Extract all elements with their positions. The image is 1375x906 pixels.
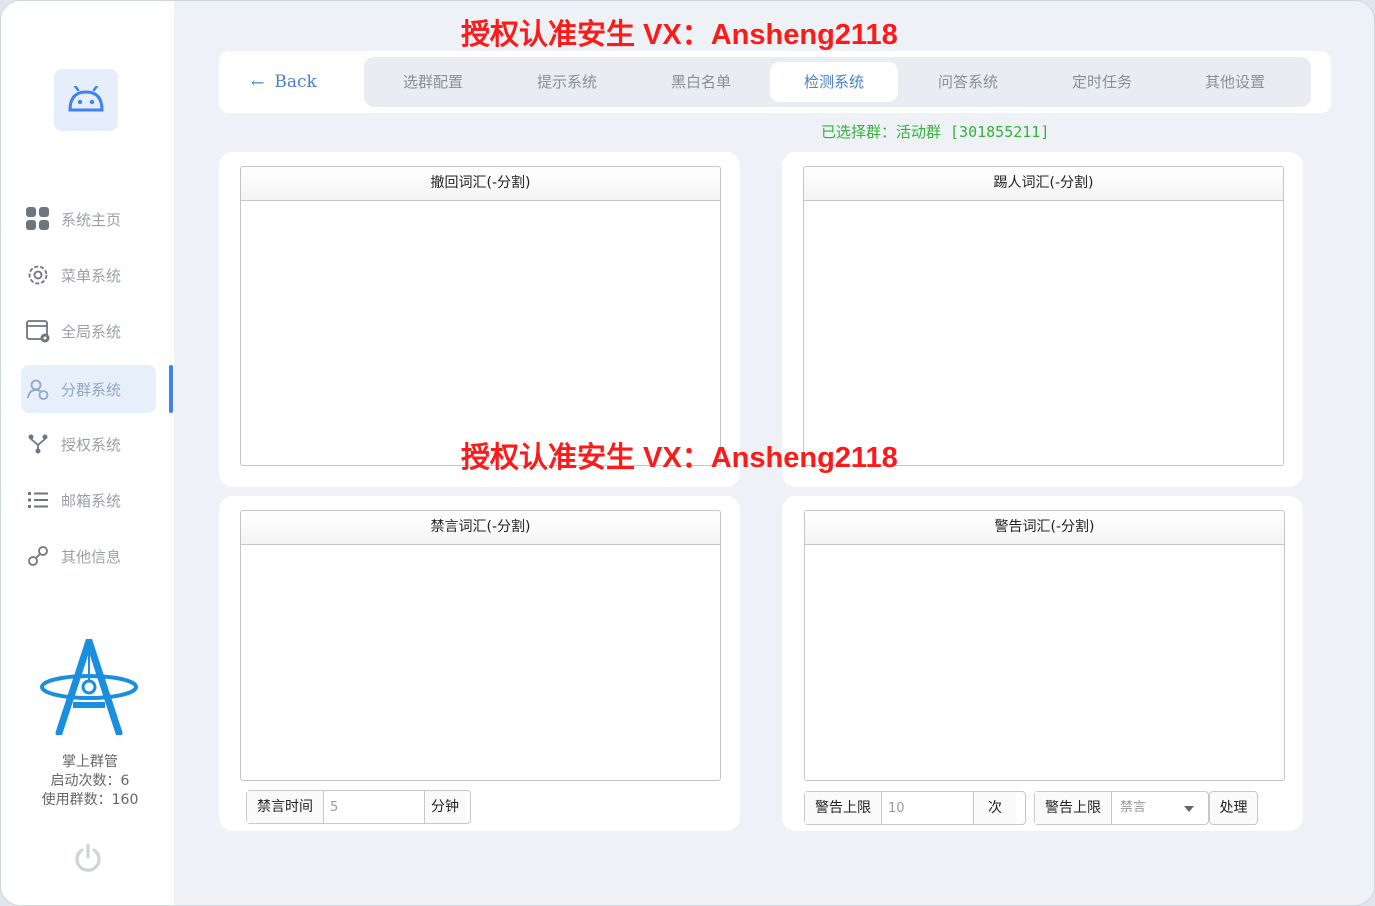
warn-words-textarea[interactable] (805, 545, 1284, 780)
watermark-middle: 授权认准安生 VX：Ansheng2118 (461, 442, 898, 474)
sidebar-item-label: 菜单系统 (61, 266, 122, 285)
sidebar-item-global[interactable]: 全局系统 (21, 307, 156, 355)
sidebar-item-label: 授权系统 (61, 435, 122, 454)
link-icon (25, 543, 51, 569)
tab-qa-system[interactable]: 问答系统 (904, 62, 1032, 102)
warn-action-label: 警告上限 (1035, 792, 1112, 824)
brand-name: 掌上群管 (62, 754, 118, 770)
watermark-top: 授权认准安生 VX：Ansheng2118 (461, 19, 898, 51)
chevron-down-icon (1184, 806, 1194, 812)
sidebar-item-label: 分群系统 (61, 380, 122, 399)
warn-action-select[interactable]: 禁言 (1112, 792, 1202, 824)
mute-words-title: 禁言词汇(-分割) (241, 511, 720, 545)
power-icon[interactable] (72, 842, 104, 874)
sidebar-item-label: 邮箱系统 (61, 491, 122, 510)
warn-action-selected: 禁言 (1120, 800, 1147, 815)
tab-bar: 选群配置 提示系统 黑白名单 检测系统 问答系统 定时任务 其他设置 (364, 57, 1311, 107)
user-group-icon (25, 376, 51, 402)
sidebar-item-auth[interactable]: 授权系统 (21, 420, 156, 468)
sidebar-item-home[interactable]: 系统主页 (21, 195, 156, 243)
process-button[interactable]: 处理 (1209, 791, 1258, 825)
sidebar-item-menu[interactable]: 菜单系统 (21, 251, 156, 299)
mute-words-panel: 禁言词汇(-分割) (240, 510, 721, 781)
sidebar: 系统主页 菜单系统 全局系统 分群系统 授权系统 邮箱系统 其他信息 掌上群管 … (1, 1, 174, 905)
mute-time-group: 禁言时间 分钟 (246, 790, 471, 824)
sidebar-item-mail[interactable]: 邮箱系统 (21, 476, 156, 524)
gear-icon (25, 262, 51, 288)
launch-count: 启动次数：6 (50, 773, 130, 789)
mute-words-textarea[interactable] (241, 545, 720, 780)
warn-limit-unit: 次 (973, 792, 1016, 824)
recall-words-textarea[interactable] (241, 201, 720, 465)
app-logo (40, 639, 138, 735)
sidebar-item-label: 全局系统 (61, 322, 122, 341)
tab-prompt-system[interactable]: 提示系统 (503, 62, 631, 102)
warn-words-title: 警告词汇(-分割) (805, 511, 1284, 545)
selected-group-status: 已选择群：活动群 [301855211] (821, 123, 1050, 141)
window-settings-icon (25, 318, 51, 344)
list-icon (25, 487, 51, 513)
back-button[interactable]: ← Back (251, 69, 317, 95)
active-indicator (169, 365, 173, 413)
sidebar-item-label: 系统主页 (61, 210, 122, 229)
sidebar-item-label: 其他信息 (61, 547, 122, 566)
kick-words-textarea[interactable] (804, 201, 1283, 465)
android-icon[interactable] (54, 69, 118, 131)
warn-words-panel: 警告词汇(-分割) (804, 510, 1285, 781)
arrow-left-icon: ← (251, 72, 265, 92)
brand-info: 掌上群管 启动次数：6 使用群数：160 (1, 753, 179, 810)
kick-words-panel: 踢人词汇(-分割) (803, 166, 1284, 466)
warn-limit-label: 警告上限 (805, 792, 882, 824)
grid-icon (25, 206, 51, 232)
recall-words-title: 撤回词汇(-分割) (241, 167, 720, 201)
app-window: 系统主页 菜单系统 全局系统 分群系统 授权系统 邮箱系统 其他信息 掌上群管 … (0, 0, 1375, 906)
warn-limit-group: 警告上限 次 (804, 791, 1026, 825)
branch-icon (25, 431, 51, 457)
tab-group-config[interactable]: 选群配置 (369, 62, 497, 102)
back-label: Back (274, 72, 317, 92)
groups-used: 使用群数：160 (41, 792, 139, 808)
kick-words-title: 踢人词汇(-分割) (804, 167, 1283, 201)
tab-detection-system[interactable]: 检测系统 (770, 62, 898, 102)
mute-time-unit: 分钟 (424, 791, 465, 823)
warn-limit-input[interactable] (882, 792, 973, 824)
tab-black-white-list[interactable]: 黑白名单 (637, 62, 765, 102)
recall-words-panel: 撤回词汇(-分割) (240, 166, 721, 466)
tab-scheduled-tasks[interactable]: 定时任务 (1038, 62, 1166, 102)
mute-time-input[interactable] (324, 791, 424, 823)
warn-action-group: 警告上限 禁言 (1034, 791, 1209, 825)
tab-other-settings[interactable]: 其他设置 (1171, 62, 1299, 102)
sidebar-item-group[interactable]: 分群系统 (21, 365, 156, 413)
sidebar-item-other[interactable]: 其他信息 (21, 532, 156, 580)
mute-time-label: 禁言时间 (247, 791, 324, 823)
